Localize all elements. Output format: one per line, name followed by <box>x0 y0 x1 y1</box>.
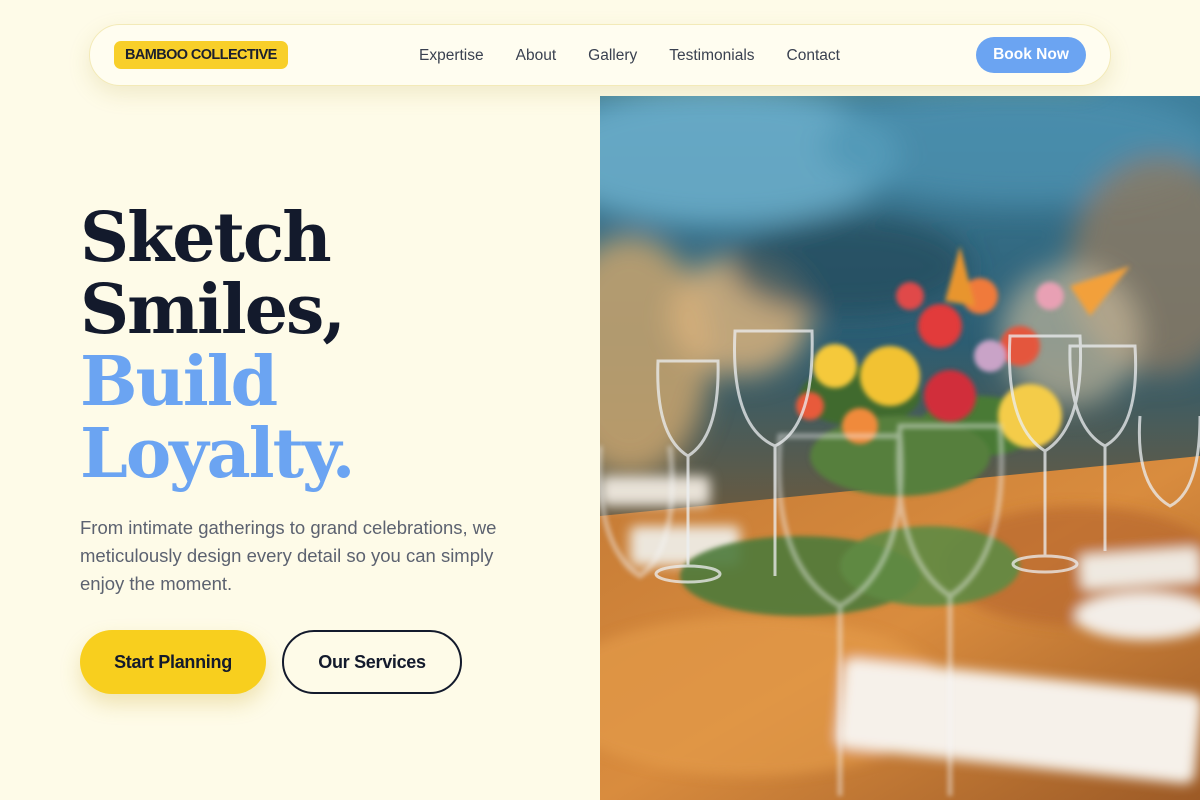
hero-event-photo <box>600 96 1200 800</box>
brand-logo[interactable]: BAMBOO COLLECTIVE <box>114 41 288 69</box>
nav-link-expertise[interactable]: Expertise <box>419 47 484 65</box>
headline-line-1: Sketch <box>80 198 332 278</box>
nav-link-contact[interactable]: Contact <box>787 47 840 65</box>
book-now-button[interactable]: Book Now <box>976 37 1086 73</box>
start-planning-button[interactable]: Start Planning <box>80 630 266 694</box>
headline-line-4: Loyalty. <box>80 414 355 494</box>
nav-link-about[interactable]: About <box>516 47 557 65</box>
headline-line-3: Build <box>80 342 278 422</box>
nav-links: Expertise About Gallery Testimonials Con… <box>419 25 840 87</box>
hero-subtext: From intimate gatherings to grand celebr… <box>80 517 497 594</box>
our-services-button[interactable]: Our Services <box>282 630 462 694</box>
nav-link-testimonials[interactable]: Testimonials <box>669 47 754 65</box>
headline-line-2: Smiles, <box>80 270 346 350</box>
landing-page: BAMBOO COLLECTIVE Expertise About Galler… <box>0 0 1200 800</box>
hero-headline: Sketch Smiles, Build Loyalty. <box>80 202 580 490</box>
top-navbar: BAMBOO COLLECTIVE Expertise About Galler… <box>89 24 1111 86</box>
nav-link-gallery[interactable]: Gallery <box>588 47 637 65</box>
